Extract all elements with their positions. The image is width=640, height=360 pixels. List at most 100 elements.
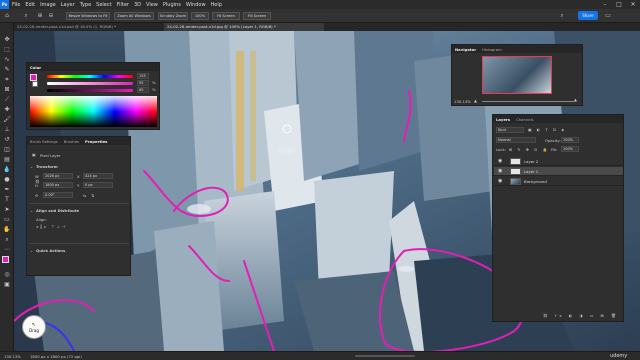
height-field[interactable]: 1800 px [43,182,73,188]
saturation-slider[interactable] [47,82,133,85]
hue-value-field[interactable]: 155 [137,73,149,79]
menu-type[interactable]: Type [80,2,91,8]
foreground-color-swatch[interactable] [2,256,9,263]
zoom-in-large-icon[interactable]: ▲ [574,97,577,102]
tab-jpg-document[interactable]: 24-02-26-render-post-v1d.jpg @ 100% (Lay… [164,23,324,31]
zoom-tool-icon[interactable]: ⌕ [22,12,30,20]
tab-histogram[interactable]: Histogram [482,47,502,52]
color-foreground-swatch[interactable] [30,74,37,81]
dodge-tool-icon[interactable]: ● [3,176,11,184]
menu-select[interactable]: Select [96,2,111,8]
tab-navigator[interactable]: Navigator [455,47,476,52]
menu-edit[interactable]: Edit [25,2,35,8]
brightness-value-field[interactable]: 65 [137,87,149,93]
crop-tool-icon[interactable]: ⌗ [3,76,11,84]
tab-psd-document[interactable]: 24-02-26-render-post-v1d.psd @ 18.4% (1,… [14,23,162,31]
flip-vertical-icon[interactable]: ⇅ [91,193,94,198]
home-icon[interactable]: ⌂ [3,12,11,20]
maximize-icon[interactable]: □ [612,0,626,9]
menu-3d[interactable]: 3D [134,2,141,8]
stamp-tool-icon[interactable]: ⊥ [3,126,11,134]
fit-screen-button[interactable]: Fit Screen [212,12,240,20]
fill-field[interactable]: 100% [561,146,579,152]
layer-filter-icons[interactable]: ▣ ◐ T ⊡ ◈ [528,127,566,132]
photoshop-logo-icon[interactable]: Ps [0,0,9,9]
layer-row-selected[interactable]: ◉ Layer 1 [494,167,623,176]
search-icon[interactable]: ⌕ [558,12,566,20]
blur-tool-icon[interactable]: 💧 [3,166,11,174]
zoom-all-windows-checkbox[interactable]: Zoom All Windows [114,12,154,20]
menu-filter[interactable]: Filter [117,2,129,8]
color-background-swatch[interactable] [32,81,38,87]
move-tool-icon[interactable]: ✥ [3,36,11,44]
artboard-tool-icon[interactable]: ⬚ [3,46,11,54]
share-button[interactable]: Share [578,11,598,20]
tab-brushes[interactable]: Brushes [64,139,79,144]
align-buttons-icon[interactable]: ⫷⫼⫸ ⊤⊥⊣ [36,224,67,229]
lock-icons[interactable]: ⊞ ✎ ✥ ⊡ 🔒 [509,147,549,152]
saturation-value-field[interactable]: 95 [137,80,149,86]
visibility-eye-icon[interactable]: ◉ [498,168,502,174]
status-zoom[interactable]: 130.13% [4,354,21,359]
layer-name[interactable]: Layer 2 [524,159,538,164]
scrubby-zoom-checkbox[interactable]: Scrubby Zoom [158,12,188,20]
navigator-preview[interactable] [482,56,552,94]
menu-file[interactable]: File [12,2,20,8]
align-chevron-icon[interactable]: ⌄ [30,208,33,213]
zoom-out-small-icon[interactable]: ▲ [474,98,477,103]
menu-view[interactable]: View [146,2,158,8]
history-brush-icon[interactable]: ↺ [3,136,11,144]
quick-select-tool-icon[interactable]: ✎ [3,66,11,74]
angle-field[interactable]: 0.00° [43,192,73,198]
width-field[interactable]: 2026 px [43,173,73,179]
zoom-in-icon[interactable]: ⊕ [36,12,44,20]
layer-row[interactable]: ◉ Background [494,177,623,186]
brightness-slider[interactable] [47,89,133,92]
gradient-tool-icon[interactable]: ▤ [3,156,11,164]
layer-name[interactable]: Layer 1 [524,169,538,174]
zoom-out-icon[interactable]: ⊖ [47,12,55,20]
tab-brush-settings[interactable]: Brush Settings [30,139,58,144]
menu-help[interactable]: Help [211,2,222,8]
visibility-eye-icon[interactable]: ◉ [498,158,502,164]
chevron-down-icon[interactable]: ⌄ [30,164,33,169]
workspace-icon[interactable]: ▭ [604,12,612,20]
tab-properties[interactable]: Properties [85,139,107,144]
blend-mode-select[interactable]: Normal [496,137,536,143]
eyedropper-tool-icon[interactable]: ⟋ [3,96,11,104]
healing-tool-icon[interactable]: ✚ [3,106,11,114]
layer-footer-icons[interactable]: ⛓ fx ◐ ◑ ▭ ⊞ 🗑 [543,313,619,318]
close-icon[interactable]: ✕ [626,0,640,9]
x-field[interactable]: 424 px [83,173,113,179]
layer-name[interactable]: Background [524,179,547,184]
link-icon[interactable]: ⛓ [35,179,40,184]
frame-tool-icon[interactable]: ⊠ [3,86,11,94]
hand-tool-icon[interactable]: ✋ [3,226,11,234]
resize-windows-checkbox[interactable]: Resize Windows to Fit [66,12,110,20]
rectangle-tool-icon[interactable]: ▭ [3,216,11,224]
screen-mode-icon[interactable]: ▣ [3,281,11,289]
tab-channels[interactable]: Channels [516,117,534,122]
fill-screen-button[interactable]: Fill Screen [243,12,271,20]
minimize-icon[interactable]: – [598,0,612,9]
quick-chevron-icon[interactable]: ⌄ [30,248,33,253]
brush-tool-icon[interactable]: 🖌 [3,116,11,124]
zoom-100-button[interactable]: 100% [191,12,209,20]
navigator-zoom-value[interactable]: 130.13% [454,99,471,104]
tab-layers[interactable]: Layers [496,117,510,122]
hue-slider[interactable] [47,75,133,78]
menu-layer[interactable]: Layer [61,2,75,8]
pen-tool-icon[interactable]: ✒ [3,186,11,194]
opacity-field[interactable]: 100% [561,137,579,143]
lasso-tool-icon[interactable]: ∿ [3,56,11,64]
layer-row[interactable]: ◉ Layer 2 [494,157,623,166]
eraser-tool-icon[interactable]: ◫ [3,146,11,154]
color-spectrum[interactable] [30,96,157,127]
menu-image[interactable]: Image [40,2,56,8]
navigator-zoom-slider[interactable] [482,101,574,102]
visibility-eye-icon[interactable]: ◉ [498,178,502,184]
quick-mask-icon[interactable]: ◎ [3,271,11,279]
horizontal-scrollbar[interactable] [355,355,415,357]
zoom-tool-side-icon[interactable]: ⌕ [3,236,11,244]
flip-horizontal-icon[interactable]: ⇆ [83,193,86,198]
